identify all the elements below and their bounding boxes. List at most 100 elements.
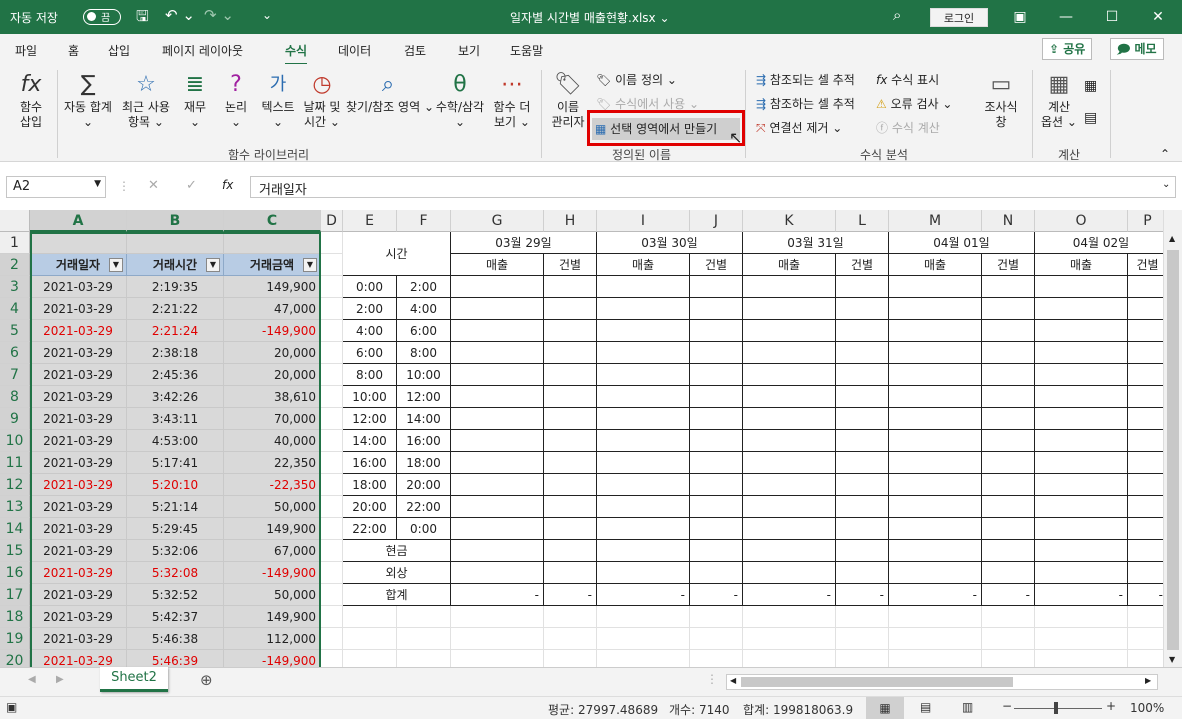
table-cell-amount[interactable]: 149,900: [224, 606, 321, 628]
summary-total-cell[interactable]: -: [982, 584, 1035, 606]
summary-count-header[interactable]: 건별: [1128, 254, 1163, 276]
summary-value-cell[interactable]: [451, 386, 544, 408]
table-cell-date[interactable]: 2021-03-29: [30, 364, 127, 386]
column-header-o[interactable]: O: [1035, 210, 1128, 232]
cell[interactable]: [836, 606, 889, 628]
recently-used-button[interactable]: ☆ 최근 사용 항목 ⌄: [118, 72, 174, 130]
summary-date-header[interactable]: 03월 29일: [451, 232, 597, 254]
summary-value-cell[interactable]: [597, 452, 690, 474]
cell[interactable]: [321, 408, 343, 430]
time-slot-end[interactable]: 18:00: [397, 452, 451, 474]
save-icon[interactable]: 🖫: [136, 6, 149, 31]
cell[interactable]: [224, 232, 321, 254]
column-header-g[interactable]: G: [451, 210, 544, 232]
cell[interactable]: [1035, 628, 1128, 650]
summary-value-cell[interactable]: [743, 298, 836, 320]
insert-function-icon[interactable]: fx: [222, 178, 233, 192]
summary-value-cell[interactable]: [836, 496, 889, 518]
summary-value-cell[interactable]: [982, 408, 1035, 430]
more-functions-button[interactable]: ⋯ 함수 더 보기 ⌄: [490, 72, 534, 130]
table-cell-amount[interactable]: 67,000: [224, 540, 321, 562]
table-cell-amount[interactable]: 112,000: [224, 628, 321, 650]
cell[interactable]: [321, 232, 343, 254]
insert-function-button[interactable]: fx 함수 삽입: [10, 72, 52, 130]
summary-date-header[interactable]: 03월 30일: [597, 232, 743, 254]
name-manager-button[interactable]: 🏷 이름 관리자: [548, 72, 588, 130]
summary-value-cell[interactable]: [690, 474, 743, 496]
summary-value-cell[interactable]: [836, 408, 889, 430]
macro-record-icon[interactable]: ▣: [6, 700, 17, 714]
time-slot-end[interactable]: 0:00: [397, 518, 451, 540]
table-cell-date[interactable]: 2021-03-29: [30, 342, 127, 364]
summary-value-cell[interactable]: [597, 518, 690, 540]
table-header-time[interactable]: 거래시간 ▼: [127, 254, 224, 276]
cell[interactable]: [451, 628, 544, 650]
summary-value-cell[interactable]: [982, 518, 1035, 540]
summary-value-cell[interactable]: [982, 474, 1035, 496]
time-slot-start[interactable]: 18:00: [343, 474, 397, 496]
summary-value-cell[interactable]: [597, 386, 690, 408]
page-break-view-icon[interactable]: ▥: [962, 700, 973, 714]
summary-sales-header[interactable]: 매출: [597, 254, 690, 276]
table-cell-time[interactable]: 2:21:22: [127, 298, 224, 320]
maximize-icon[interactable]: ☐: [1094, 5, 1130, 29]
table-cell-amount[interactable]: 20,000: [224, 342, 321, 364]
summary-value-cell[interactable]: [1035, 430, 1128, 452]
table-cell-time[interactable]: 5:46:39: [127, 650, 224, 667]
table-cell-date[interactable]: 2021-03-29: [30, 430, 127, 452]
tab-help[interactable]: 도움말: [510, 42, 543, 59]
cell[interactable]: [743, 650, 836, 667]
row-header-13[interactable]: 13: [0, 496, 30, 518]
table-cell-amount[interactable]: -149,900: [224, 562, 321, 584]
zoom-slider-thumb[interactable]: [1054, 702, 1058, 714]
summary-value-cell[interactable]: [1035, 364, 1128, 386]
cell[interactable]: [544, 606, 597, 628]
time-slot-end[interactable]: 14:00: [397, 408, 451, 430]
zoom-in-icon[interactable]: +: [1106, 699, 1116, 713]
table-cell-date[interactable]: 2021-03-29: [30, 452, 127, 474]
summary-value-cell[interactable]: [544, 452, 597, 474]
summary-value-cell[interactable]: [451, 298, 544, 320]
summary-value-cell[interactable]: [836, 430, 889, 452]
summary-value-cell[interactable]: [982, 276, 1035, 298]
cell[interactable]: [321, 342, 343, 364]
summary-value-cell[interactable]: [1128, 540, 1163, 562]
cell[interactable]: [690, 628, 743, 650]
cell[interactable]: [1128, 628, 1163, 650]
summary-value-cell[interactable]: [743, 474, 836, 496]
row-header-7[interactable]: 7: [0, 364, 30, 386]
summary-value-cell[interactable]: [836, 276, 889, 298]
summary-count-header[interactable]: 건별: [544, 254, 597, 276]
summary-value-cell[interactable]: [451, 408, 544, 430]
column-header-h[interactable]: H: [544, 210, 597, 232]
worksheet-grid[interactable]: ABCDEFGHIJKLMNOP 1 2 3 4 5 6 7 8 9 10 11 12 13 14 15 16…: [0, 210, 1163, 667]
summary-value-cell[interactable]: [597, 474, 690, 496]
summary-value-cell[interactable]: [889, 364, 982, 386]
time-slot-end[interactable]: 22:00: [397, 496, 451, 518]
cell[interactable]: [889, 650, 982, 667]
summary-value-cell[interactable]: [451, 276, 544, 298]
summary-value-cell[interactable]: [544, 364, 597, 386]
redo-icon[interactable]: ↷ ⌄: [204, 6, 234, 24]
summary-value-cell[interactable]: [690, 430, 743, 452]
summary-value-cell[interactable]: [451, 364, 544, 386]
calculate-sheet-icon[interactable]: ▤: [1084, 110, 1097, 126]
tab-view[interactable]: 보기: [458, 42, 480, 59]
summary-value-cell[interactable]: [544, 320, 597, 342]
summary-value-cell[interactable]: [743, 496, 836, 518]
summary-value-cell[interactable]: [1035, 342, 1128, 364]
table-cell-time[interactable]: 5:29:45: [127, 518, 224, 540]
table-cell-time[interactable]: 5:32:52: [127, 584, 224, 606]
cell[interactable]: [127, 232, 224, 254]
summary-value-cell[interactable]: [743, 364, 836, 386]
summary-value-cell[interactable]: [597, 562, 690, 584]
column-header-j[interactable]: J: [690, 210, 743, 232]
table-cell-date[interactable]: 2021-03-29: [30, 584, 127, 606]
date-time-button[interactable]: ◷ 날짜 및 시간 ⌄: [300, 72, 344, 130]
cell[interactable]: [321, 298, 343, 320]
summary-sales-header[interactable]: 매출: [451, 254, 544, 276]
summary-value-cell[interactable]: [1128, 276, 1163, 298]
row-header-2[interactable]: 2: [0, 254, 30, 276]
summary-value-cell[interactable]: [597, 364, 690, 386]
remove-arrows-button[interactable]: ⤧ 연결선 제거 ⌄: [756, 120, 842, 136]
